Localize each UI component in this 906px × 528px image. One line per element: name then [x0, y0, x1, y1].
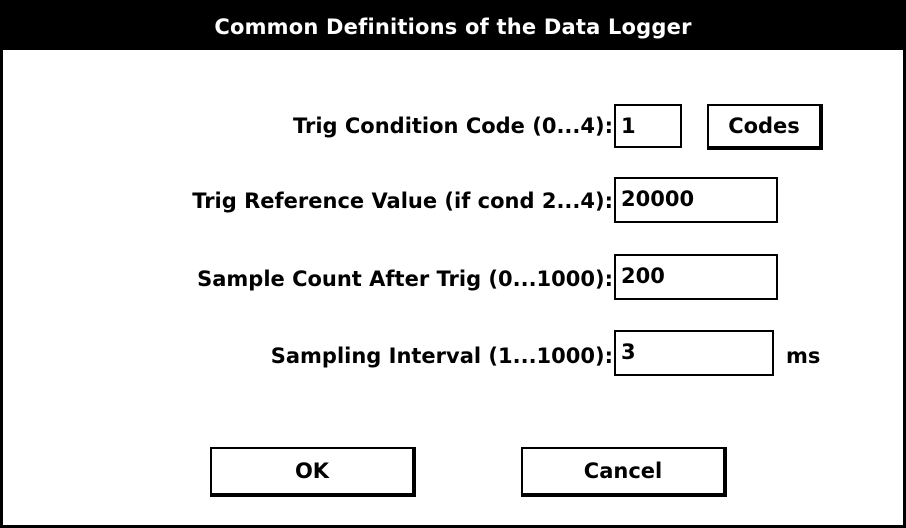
dialog-title: Common Definitions of the Data Logger — [3, 4, 903, 50]
sampling-interval-unit: ms — [786, 344, 821, 368]
trig-reference-label: Trig Reference Value (if cond 2...4): — [192, 189, 613, 213]
sample-count-input[interactable]: 200 — [614, 254, 778, 300]
trig-condition-input[interactable]: 1 — [614, 104, 682, 148]
sampling-interval-label: Sampling Interval (1...1000): — [270, 344, 613, 368]
sampling-interval-input[interactable]: 3 — [614, 330, 774, 376]
ok-button[interactable]: OK — [210, 447, 416, 497]
trig-condition-label: Trig Condition Code (0...4): — [292, 114, 613, 138]
data-logger-dialog: Common Definitions of the Data Logger Tr… — [0, 0, 906, 528]
codes-button[interactable]: Codes — [707, 104, 823, 150]
trig-reference-input[interactable]: 20000 — [614, 177, 778, 223]
sample-count-label: Sample Count After Trig (0...1000): — [197, 267, 613, 291]
cancel-button[interactable]: Cancel — [521, 447, 727, 497]
